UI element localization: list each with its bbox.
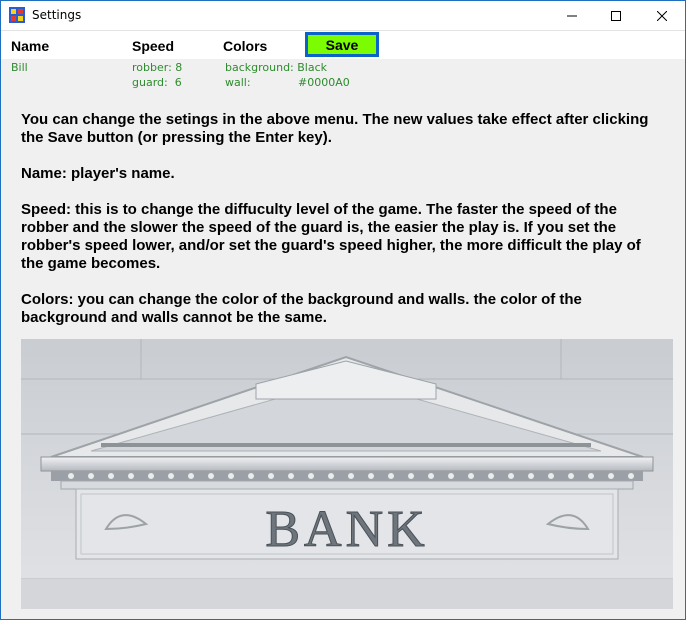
maximize-icon — [611, 10, 621, 21]
minimize-button[interactable] — [549, 1, 595, 30]
robber-speed-value: robber: 8 — [132, 61, 183, 74]
minimize-icon — [567, 15, 577, 16]
app-icon — [9, 7, 25, 23]
settings-window: Settings Name Speed Colors Save Bill rob… — [0, 0, 686, 620]
help-name: Name: player's name. — [21, 165, 175, 182]
name-value: Bill — [11, 61, 28, 74]
title-bar[interactable]: Settings — [1, 1, 685, 31]
close-icon — [657, 10, 667, 21]
help-colors: Colors: you can change the color of the … — [21, 291, 582, 326]
bank-sign-text: BANK — [265, 501, 428, 558]
menu-colors[interactable]: Colors — [223, 38, 267, 54]
guard-speed-value: guard: 6 — [132, 76, 182, 89]
help-speed: Speed: this is to change the diffuculty … — [21, 201, 641, 272]
menu-name[interactable]: Name — [11, 38, 49, 54]
background-color-value: background: Black — [225, 61, 328, 74]
menu-speed[interactable]: Speed — [132, 38, 174, 54]
bank-facade-image: BANK — [21, 339, 673, 609]
wall-color-label: wall: — [225, 76, 251, 89]
close-button[interactable] — [639, 1, 685, 30]
save-button[interactable]: Save — [305, 32, 379, 57]
maximize-button[interactable] — [593, 1, 639, 30]
wall-color-value: #0000A0 — [298, 76, 350, 89]
help-intro: You can change the setings in the above … — [21, 111, 649, 146]
help-text: You can change the setings in the above … — [21, 111, 661, 345]
window-title: Settings — [32, 8, 82, 22]
